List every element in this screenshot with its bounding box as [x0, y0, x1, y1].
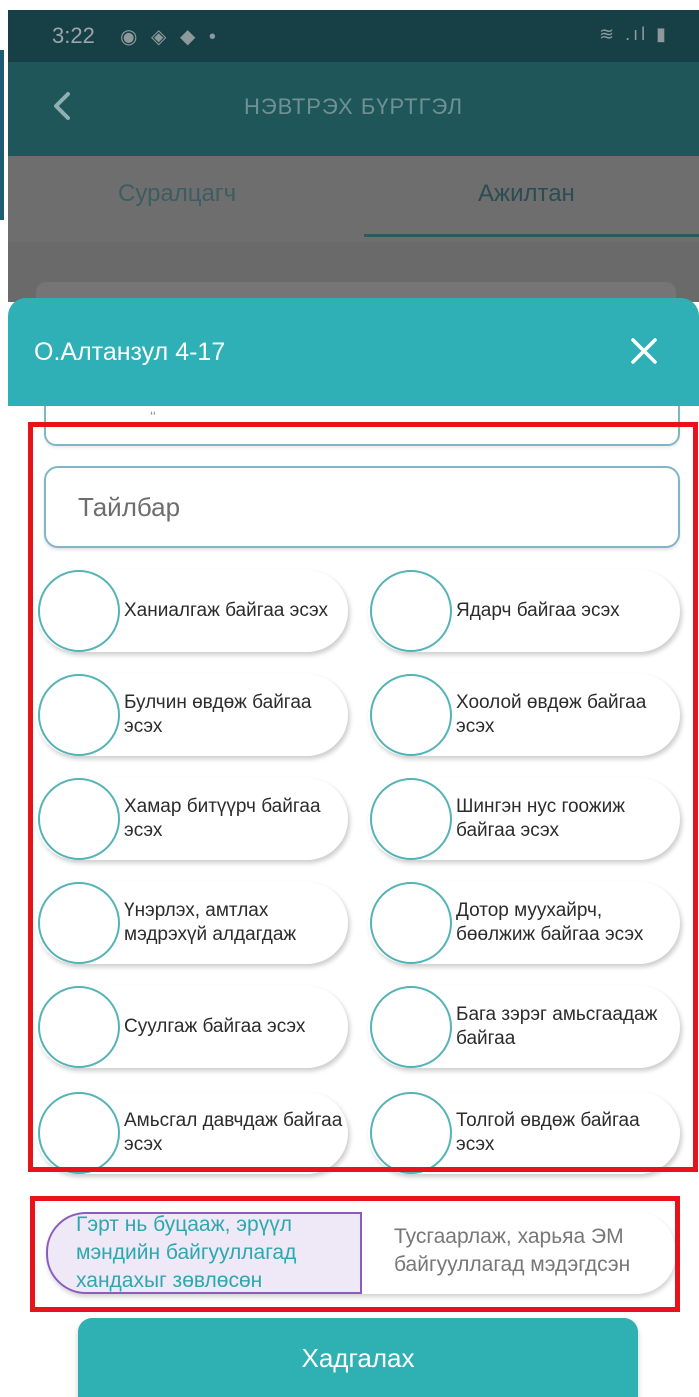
- symptom-diarrhea[interactable]: Суулгаж байгаа эсэх: [36, 986, 348, 1068]
- radio-circle[interactable]: [38, 674, 120, 756]
- outcome-option-advised-home[interactable]: Гэрт нь буцааж, эрүүл мэндийн байгууллаг…: [46, 1212, 362, 1294]
- modal-body: ‘‘ Ханиалгаж байгаа эсэх Ядарч байгаа эс…: [8, 406, 699, 1397]
- previous-field-text: ‘‘: [150, 408, 156, 424]
- radio-circle[interactable]: [370, 986, 452, 1068]
- dimmed-overlay: [8, 242, 699, 312]
- notification-icons: ◉ ◈ ◆ •: [120, 26, 220, 48]
- outcome-selector: Гэрт нь буцааж, эрүүл мэндийн байгууллаг…: [46, 1212, 676, 1294]
- symptom-label: Булчин өвдөж байгаа эсэх: [124, 692, 312, 737]
- symptom-mild-breathlessness[interactable]: Бага зэрэг амьсгаадаж байгаа: [368, 986, 680, 1068]
- outcome-option-isolated[interactable]: Тусгаарлаж, харьяа ЭМ байгууллагад мэдэг…: [394, 1208, 676, 1294]
- symptom-label: Үнэрлэх, амтлах мэдрэхүй алдагдаж: [124, 900, 297, 945]
- symptom-fatigue[interactable]: Ядарч байгаа эсэх: [368, 570, 680, 652]
- page-title: НЭВТРЭХ БҮРТГЭЛ: [243, 94, 464, 119]
- symptom-cough[interactable]: Ханиалгаж байгаа эсэх: [36, 570, 348, 652]
- modal-title: О.Алтанзул 4-17: [34, 338, 226, 366]
- symptom-label: Амьсгал давчдаж байгаа эсэх: [124, 1110, 343, 1155]
- save-button[interactable]: Хадгалах: [78, 1318, 638, 1397]
- status-time: 3:22: [52, 23, 95, 48]
- outcome-label-other: Тусгаарлаж, харьяа ЭМ байгууллагад мэдэг…: [394, 1225, 631, 1276]
- symptom-muscle-pain[interactable]: Булчин өвдөж байгаа эсэх: [36, 674, 348, 756]
- symptom-label: Шингэн нус гоожиж байгаа эсэх: [456, 796, 625, 841]
- description-input[interactable]: [44, 466, 680, 548]
- symptom-nausea[interactable]: Дотор муухайрч, бөөлжиж байгаа эсэх: [368, 882, 680, 964]
- symptom-runny-nose[interactable]: Шингэн нус гоожиж байгаа эсэх: [368, 778, 680, 860]
- status-bar: 3:22 ◉ ◈ ◆ • ≋ .ıl ▮: [8, 10, 699, 62]
- radio-circle[interactable]: [370, 570, 452, 652]
- radio-circle[interactable]: [38, 570, 120, 652]
- active-tab-indicator: [364, 234, 699, 237]
- previous-input-field[interactable]: ‘‘: [44, 406, 680, 446]
- tab-student[interactable]: Суралцагч: [118, 180, 236, 208]
- symptom-label: Бага зэрэг амьсгаадаж байгаа: [456, 1004, 658, 1049]
- radio-circle[interactable]: [370, 674, 452, 756]
- symptom-label: Хамар битүүрч байгаа эсэх: [124, 796, 321, 841]
- symptom-label: Дотор муухайрч, бөөлжиж байгаа эсэх: [456, 900, 644, 945]
- radio-circle[interactable]: [38, 986, 120, 1068]
- symptom-nasal-congestion[interactable]: Хамар битүүрч байгаа эсэх: [36, 778, 348, 860]
- modal-header: О.Алтанзул 4-17: [8, 298, 699, 406]
- symptom-label: Ханиалгаж байгаа эсэх: [124, 600, 329, 621]
- signal-battery-icons: ≋ .ıl ▮: [599, 24, 669, 44]
- radio-circle[interactable]: [38, 1092, 120, 1174]
- radio-circle[interactable]: [38, 778, 120, 860]
- outcome-label-selected: Гэрт нь буцааж, эрүүл мэндийн байгууллаг…: [76, 1213, 297, 1292]
- radio-circle[interactable]: [370, 1092, 452, 1174]
- app-bar: НЭВТРЭХ БҮРТГЭЛ: [8, 62, 699, 156]
- tab-bar: Суралцагч Ажилтан: [8, 156, 699, 242]
- symptom-sore-throat[interactable]: Хоолой өвдөж байгаа эсэх: [368, 674, 680, 756]
- symptom-shortness-of-breath[interactable]: Амьсгал давчдаж байгаа эсэх: [36, 1092, 348, 1174]
- symptom-label: Ядарч байгаа эсэх: [456, 600, 620, 621]
- symptom-label: Толгой өвдөж байгаа эсэх: [456, 1110, 640, 1155]
- symptom-loss-of-smell-taste[interactable]: Үнэрлэх, амтлах мэдрэхүй алдагдаж: [36, 882, 348, 964]
- radio-circle[interactable]: [370, 778, 452, 860]
- radio-circle[interactable]: [38, 882, 120, 964]
- tab-employee[interactable]: Ажилтан: [478, 180, 575, 208]
- symptom-label: Хоолой өвдөж байгаа эсэх: [456, 692, 647, 737]
- close-icon[interactable]: [629, 336, 659, 366]
- symptom-label: Суулгаж байгаа эсэх: [124, 1016, 306, 1037]
- symptom-headache[interactable]: Толгой өвдөж байгаа эсэх: [368, 1092, 680, 1174]
- left-edge-stripe: [0, 50, 4, 220]
- radio-circle[interactable]: [370, 882, 452, 964]
